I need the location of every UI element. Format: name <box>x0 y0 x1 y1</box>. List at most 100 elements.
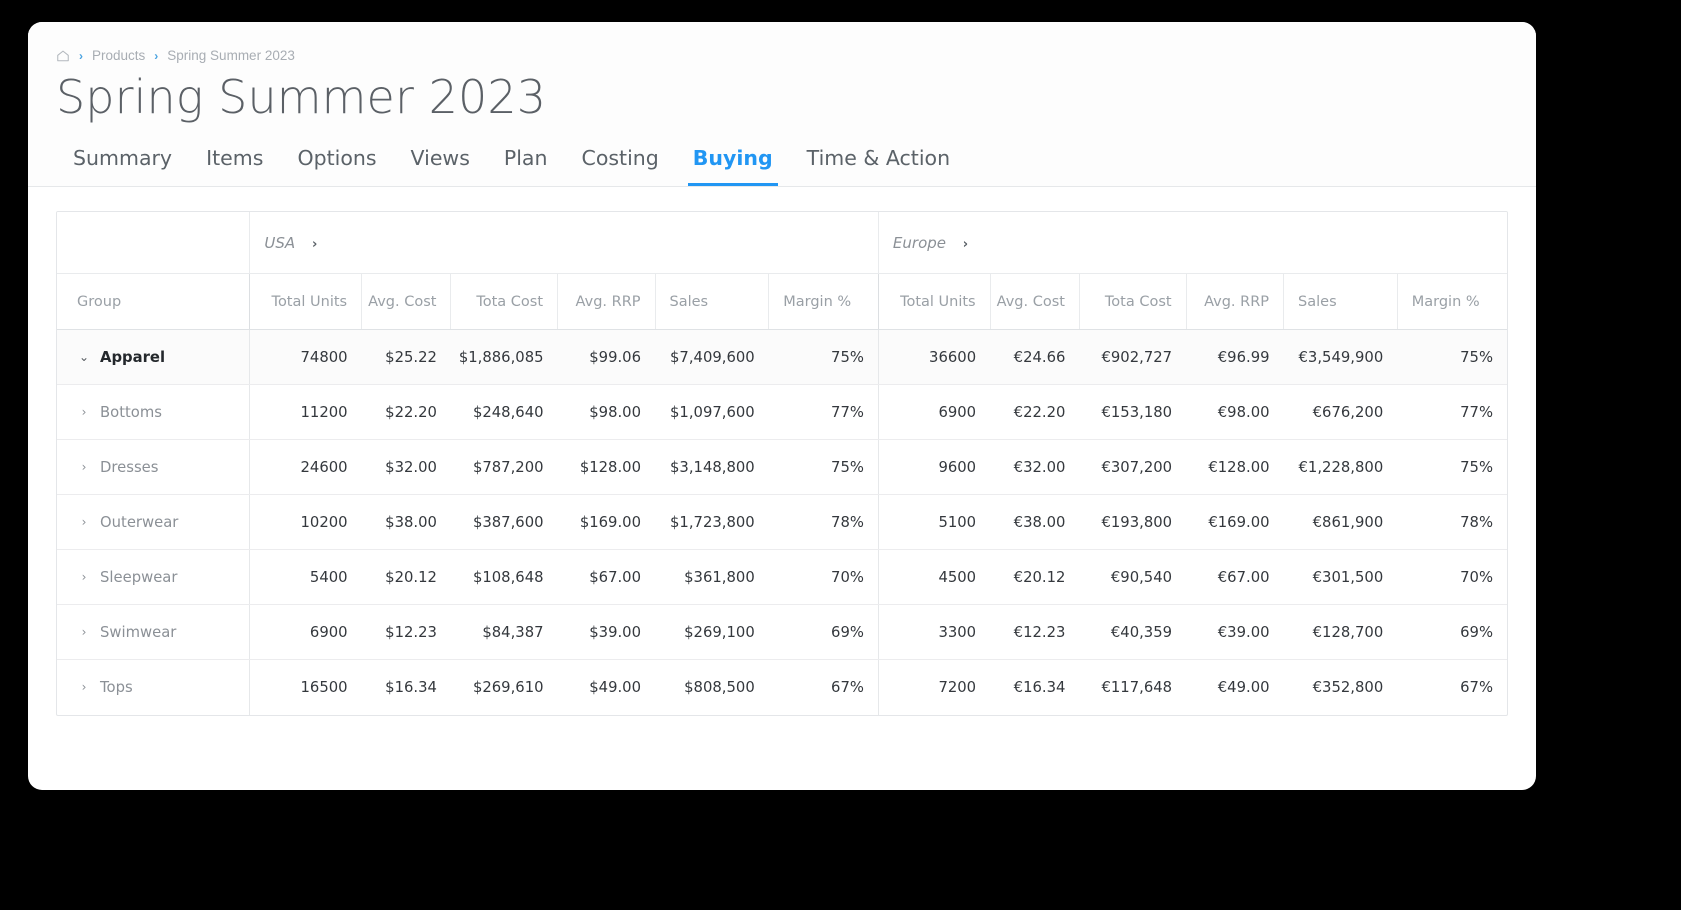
cell-usa-margin: 67% <box>831 679 864 697</box>
col-header-usa-sales[interactable]: Sales <box>654 273 769 331</box>
cell-eu-margin: 75% <box>1397 329 1507 386</box>
cell-eu-margin: 77% <box>1397 384 1507 441</box>
cell-eu-avg-rrp: €67.00 <box>1186 549 1284 606</box>
cell-usa-total-units: 24600 <box>249 439 362 496</box>
col-header-eu-avg-cost[interactable]: Avg. Cost <box>989 273 1080 331</box>
cell-usa-sales: $808,500 <box>684 679 755 697</box>
chevron-right-icon[interactable]: › <box>77 460 91 474</box>
cell-eu-total-units: 5100 <box>877 494 991 551</box>
breadcrumb-item-products[interactable]: Products <box>92 48 145 63</box>
cell-eu-total-cost: €307,200 <box>1079 439 1187 496</box>
cell-eu-avg-rrp: €169.00 <box>1186 494 1284 551</box>
chevron-right-icon[interactable]: › <box>963 237 968 252</box>
buying-table-card: USA › Europe › Group Total Units Avg. Co… <box>56 210 1508 716</box>
cell-eu-total-cost: €117,648 <box>1101 679 1173 697</box>
chevron-down-icon[interactable]: ⌄ <box>77 350 91 364</box>
cell-usa-avg-rrp: $98.00 <box>557 384 656 441</box>
table-row[interactable]: › Outerwear 10200 $38.00 $387,600 $169.00 $1,7… <box>57 494 1507 551</box>
col-header-eu-total-units[interactable]: Total Units <box>877 273 991 331</box>
row-group-cell[interactable]: ⌄ Apparel <box>57 329 250 386</box>
table-row[interactable]: › Bottoms 11200 $22.20 $248,640 $98.00 $1,097,… <box>57 384 1507 441</box>
col-header-eu-margin[interactable]: Margin % <box>1396 273 1507 331</box>
tab-plan[interactable]: Plan <box>487 146 565 186</box>
cell-eu-avg-rrp: €49.00 <box>1217 679 1270 697</box>
cell-eu-total-cost: €90,540 <box>1079 549 1187 606</box>
table-row[interactable]: › Dresses 24600 $32.00 $787,200 $128.00 $3,148… <box>57 439 1507 496</box>
cell-eu-total-cost: €40,359 <box>1079 604 1187 661</box>
cell-usa-sales: $3,148,800 <box>655 439 769 496</box>
tab-costing[interactable]: Costing <box>565 146 676 186</box>
col-header-usa-avg-rrp[interactable]: Avg. RRP <box>557 273 656 331</box>
col-header-usa-total-units[interactable]: Total Units <box>249 273 362 331</box>
chevron-right-icon[interactable]: › <box>312 237 317 252</box>
tab-views[interactable]: Views <box>394 146 487 186</box>
cell-usa-avg-rrp: $169.00 <box>557 494 656 551</box>
home-icon[interactable] <box>56 49 70 63</box>
cell-eu-total-cost: €153,180 <box>1079 384 1187 441</box>
col-header-usa-avg-cost[interactable]: Avg. Cost <box>361 273 451 331</box>
cell-usa-sales: $1,097,600 <box>655 384 769 441</box>
cell-usa-avg-rrp: $39.00 <box>557 604 656 661</box>
col-header-eu-sales[interactable]: Sales <box>1283 273 1398 331</box>
cell-eu-avg-rrp: €39.00 <box>1186 604 1284 661</box>
buying-table: USA › Europe › Group Total Units Avg. Co… <box>57 211 1507 715</box>
cell-eu-total-units: 6900 <box>877 384 991 441</box>
row-group-cell[interactable]: › Sleepwear <box>57 549 250 606</box>
col-header-eu-avg-rrp[interactable]: Avg. RRP <box>1185 273 1284 331</box>
cell-eu-avg-rrp: €128.00 <box>1186 439 1284 496</box>
chevron-right-icon[interactable]: › <box>77 570 91 584</box>
cell-usa-avg-rrp: $67.00 <box>557 549 656 606</box>
col-header-group[interactable]: Group <box>57 273 250 331</box>
cell-eu-avg-cost: €16.34 <box>1013 679 1066 697</box>
tab-summary[interactable]: Summary <box>56 146 189 186</box>
cell-eu-total-units: 3300 <box>877 604 991 661</box>
cell-eu-sales: €3,549,900 <box>1283 329 1398 386</box>
column-header-row: Group Total Units Avg. Cost Tota Cost Av… <box>57 273 1507 331</box>
row-group-cell[interactable]: › Bottoms <box>57 384 250 441</box>
cell-usa-margin: 75% <box>768 329 879 386</box>
row-group-label: Outerwear <box>100 513 179 531</box>
cell-eu-avg-cost: €32.00 <box>990 439 1080 496</box>
chevron-right-icon[interactable]: › <box>77 625 91 639</box>
breadcrumb: › Products › Spring Summer 2023 <box>28 22 1536 63</box>
cell-usa-margin: 78% <box>768 494 879 551</box>
chevron-right-icon[interactable]: › <box>77 680 91 694</box>
col-header-usa-margin[interactable]: Margin % <box>768 273 879 331</box>
row-group-label: Tops <box>100 679 133 697</box>
cell-usa-total-units: 11200 <box>249 384 362 441</box>
table-row[interactable]: › Sleepwear 5400 $20.12 $108,648 $67.00 $361,8… <box>57 549 1507 606</box>
cell-eu-total-units: 9600 <box>877 439 991 496</box>
tab-items[interactable]: Items <box>189 146 280 186</box>
region-band-spacer <box>57 211 250 275</box>
row-group-label: Bottoms <box>100 403 162 421</box>
region-header-europe[interactable]: Europe › <box>877 211 1507 275</box>
col-header-eu-total-cost[interactable]: Tota Cost <box>1078 273 1187 331</box>
table-row[interactable]: ⌄ Apparel 74800 $25.22 $1,886,085 $99.06 $7,40… <box>57 329 1507 386</box>
cell-usa-sales: $1,723,800 <box>655 494 769 551</box>
tab-time-action[interactable]: Time & Action <box>790 146 967 186</box>
cell-eu-avg-cost: €12.23 <box>990 604 1080 661</box>
cell-usa-avg-rrp: $99.06 <box>557 329 656 386</box>
region-header-usa[interactable]: USA › <box>249 211 879 275</box>
row-group-cell[interactable]: › Outerwear <box>57 494 250 551</box>
breadcrumb-item-current: Spring Summer 2023 <box>167 48 295 63</box>
page-content: USA › Europe › Group Total Units Avg. Co… <box>28 186 1536 727</box>
cell-eu-sales: €301,500 <box>1283 549 1398 606</box>
cell-usa-total-cost: $84,387 <box>450 604 558 661</box>
cell-eu-margin: 69% <box>1397 604 1507 661</box>
tab-buying[interactable]: Buying <box>676 146 790 186</box>
tab-bar: Summary Items Options Views Plan Costing… <box>28 124 1536 186</box>
table-row[interactable]: › Swimwear 6900 $12.23 $84,387 $39.00 $269,100… <box>57 604 1507 661</box>
table-row[interactable]: › Tops 16500 $16.34 $269,610 $49.00 $808,500 67… <box>57 659 1507 715</box>
chevron-right-icon[interactable]: › <box>77 515 91 529</box>
cell-eu-sales: €676,200 <box>1283 384 1398 441</box>
region-band-row: USA › Europe › <box>57 211 1507 275</box>
col-header-usa-total-cost[interactable]: Tota Cost <box>450 273 558 331</box>
tab-options[interactable]: Options <box>280 146 393 186</box>
row-group-cell[interactable]: › Swimwear <box>57 604 250 661</box>
row-group-cell[interactable]: › Dresses <box>57 439 250 496</box>
row-group-cell[interactable]: › Tops <box>57 660 250 715</box>
cell-usa-total-units: 16500 <box>249 659 362 715</box>
cell-usa-total-cost: $269,610 <box>472 679 544 697</box>
chevron-right-icon[interactable]: › <box>77 405 91 419</box>
